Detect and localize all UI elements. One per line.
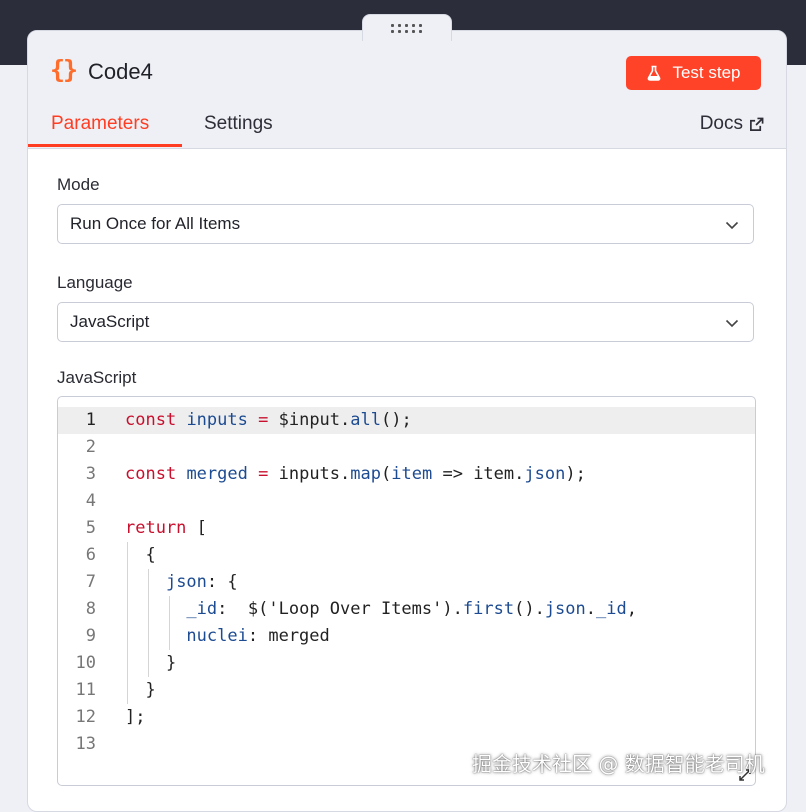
external-link-icon [750, 117, 764, 131]
line-number: 6 [85, 545, 96, 565]
code-line[interactable]: 5 return [ [58, 515, 755, 542]
code-text: _id: $('Loop Over Items').first().json._… [186, 599, 637, 619]
code-braces-icon: {} [50, 55, 78, 84]
docs-label: Docs [699, 113, 743, 134]
line-number: 10 [75, 653, 96, 673]
code-text: } [165, 653, 177, 673]
watermark: 掘金技术社区 @ 数据智能老司机 [472, 752, 765, 776]
code-line[interactable]: 8 _id: $('Loop Over Items').first().json… [58, 596, 755, 623]
drag-handle-icon [391, 23, 423, 33]
line-number: 12 [75, 707, 96, 727]
code-line[interactable]: 2 [58, 434, 755, 461]
code-text: const inputs = $input.all(); [125, 410, 412, 430]
indent-guide [148, 569, 149, 677]
code-line[interactable]: 1 const inputs = $input.all(); [58, 407, 755, 434]
code-line[interactable]: 12]; [58, 704, 755, 731]
node-details-panel: {} Code4 Test step Parameters Settings D… [27, 30, 787, 812]
active-tab-indicator [28, 144, 182, 147]
code-text: ]; [125, 707, 146, 727]
code-line[interactable]: 10 } [58, 650, 755, 677]
line-number: 13 [75, 734, 96, 754]
language-select[interactable]: JavaScript [57, 302, 754, 342]
line-number: 9 [85, 626, 96, 646]
code-text: nuclei: merged [186, 626, 330, 646]
code-line[interactable]: 7 json: { [58, 569, 755, 596]
line-number: 2 [85, 437, 96, 457]
tab-parameters[interactable]: Parameters [51, 113, 149, 135]
line-number: 11 [75, 680, 96, 700]
flask-icon [648, 65, 661, 81]
code-lines: 1 const inputs = $input.all(); 2 3 const mer… [58, 407, 755, 758]
test-step-label: Test step [672, 63, 741, 82]
code-editor[interactable]: 1 const inputs = $input.all(); 2 3 const mer… [57, 396, 756, 786]
line-number: 8 [85, 599, 96, 619]
line-number: 4 [85, 491, 96, 511]
indent-guide [127, 542, 128, 704]
code-line[interactable]: 6 { [58, 542, 755, 569]
line-number: 1 [85, 410, 96, 430]
tab-settings[interactable]: Settings [204, 113, 273, 135]
mode-value: Run Once for All Items [70, 214, 241, 233]
mode-label: Mode [57, 175, 100, 194]
code-line[interactable]: 9 nuclei: merged [58, 623, 755, 650]
code-text: { [145, 545, 156, 565]
code-editor-label: JavaScript [57, 368, 137, 387]
panel-header: {} Code4 Test step Parameters Settings D… [28, 31, 786, 149]
code-line[interactable]: 11 } [58, 677, 755, 704]
chevron-down-icon [725, 221, 739, 230]
code-text: return [ [125, 518, 207, 538]
chevron-down-icon [725, 319, 739, 328]
language-label: Language [57, 273, 133, 292]
mode-select[interactable]: Run Once for All Items [57, 204, 754, 244]
node-title[interactable]: Code4 [88, 59, 153, 85]
docs-link[interactable]: Docs [700, 113, 764, 135]
code-text: json: { [165, 572, 238, 592]
test-step-button[interactable]: Test step [626, 56, 761, 90]
line-number: 7 [85, 572, 96, 592]
language-value: JavaScript [70, 312, 150, 331]
code-text: const merged = inputs.map(item => item.j… [125, 464, 586, 484]
indent-guide [169, 596, 170, 650]
code-line[interactable]: 3 const merged = inputs.map(item => item.… [58, 461, 755, 488]
drag-handle[interactable] [362, 14, 452, 41]
line-number: 5 [85, 518, 96, 538]
line-number: 3 [85, 464, 96, 484]
code-line[interactable]: 4 [58, 488, 755, 515]
code-text: } [145, 680, 156, 700]
